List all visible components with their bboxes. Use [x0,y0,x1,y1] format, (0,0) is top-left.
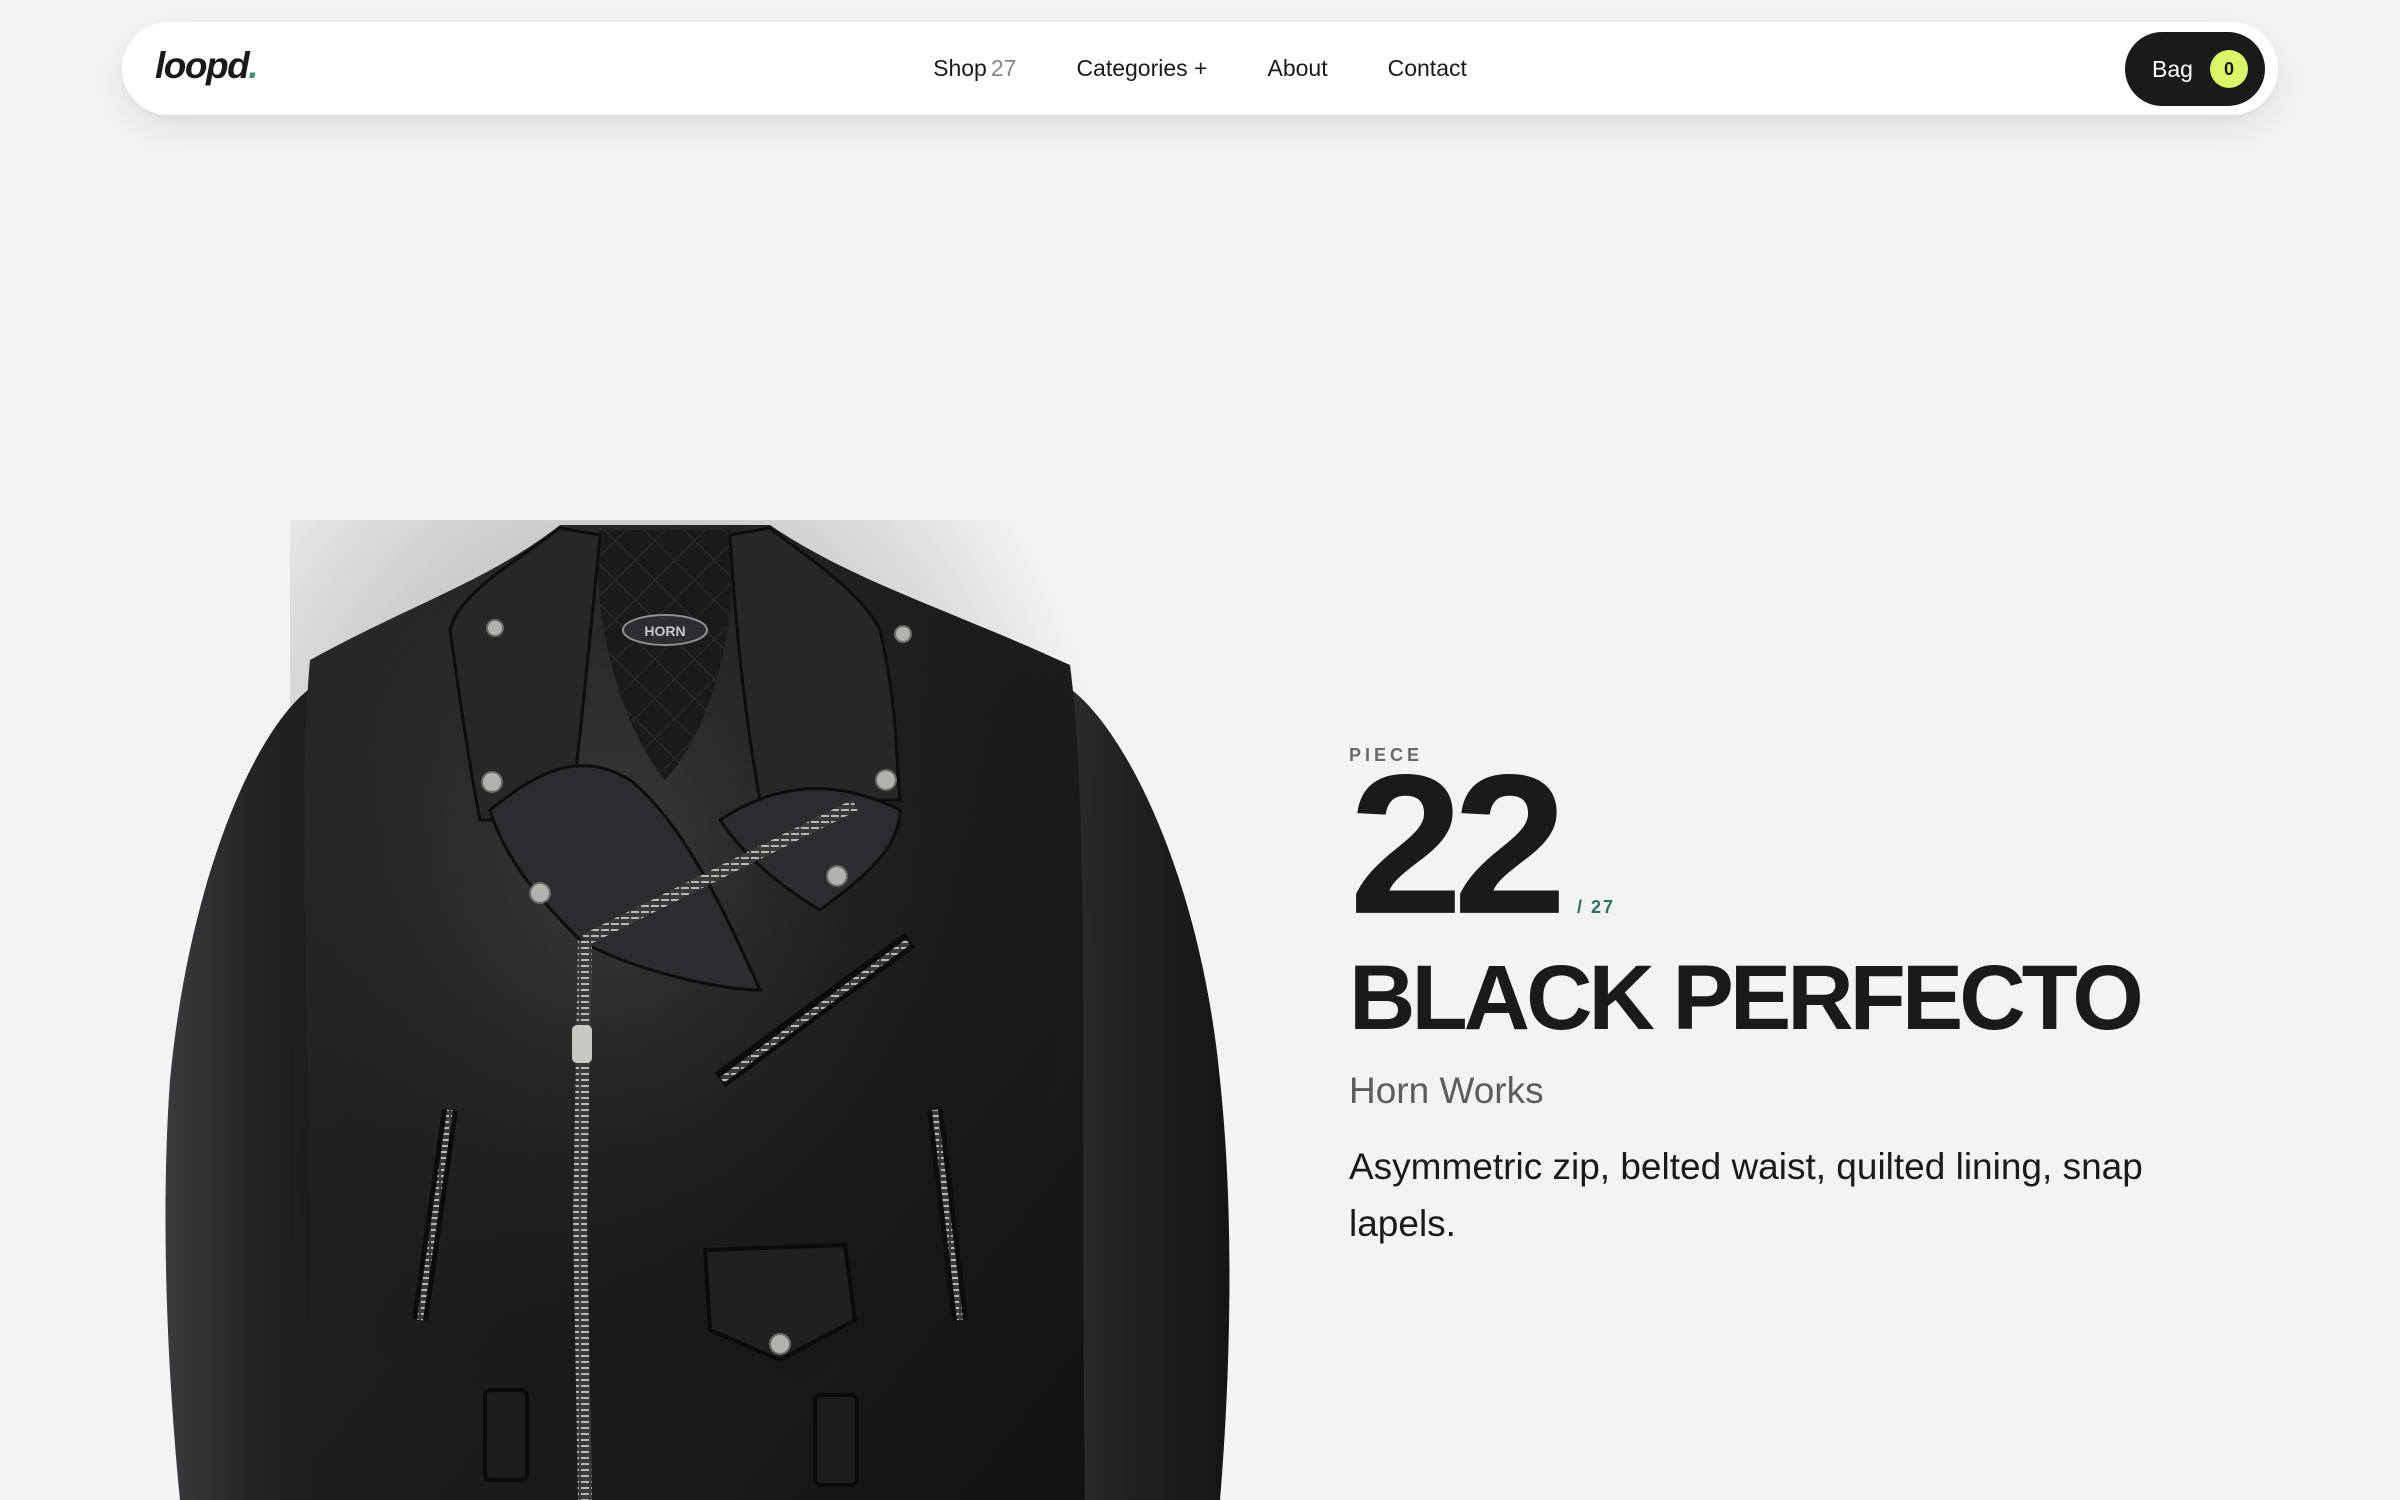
product-title: BLACK PERFECTO [1349,947,2144,1049]
product-brand: Horn Works [1349,1070,1544,1111]
piece-total: / 27 [1577,897,1616,917]
top-navigation: loopd. Shop 27 Categories + About Contact… [122,22,2278,115]
svg-text:HORN: HORN [644,623,685,639]
nav-link-categories[interactable]: Categories + [1076,55,1207,82]
bag-count-badge: 0 [2210,50,2248,88]
nav-link-contact[interactable]: Contact [1388,55,1467,82]
bag-button[interactable]: Bag 0 [2125,32,2265,106]
product-info: PIECE 22 / 27 BLACK PERFECTO Horn Works … [1349,745,2249,1252]
nav-link-about[interactable]: About [1268,55,1328,82]
shop-count: 27 [990,55,1017,81]
nav-link-shop[interactable]: Shop 27 [933,55,1016,82]
product-description: Asymmetric zip, belted waist, quilted li… [1349,1146,2143,1244]
product-image: HORN [165,520,1230,1500]
bag-label: Bag [2152,55,2193,82]
nav-link-shop-label: Shop [933,55,987,81]
piece-number: 22 [1349,733,1567,956]
piece-counter: 22 / 27 [1349,733,2249,956]
nav-links: Shop 27 Categories + About Contact [122,22,2278,115]
